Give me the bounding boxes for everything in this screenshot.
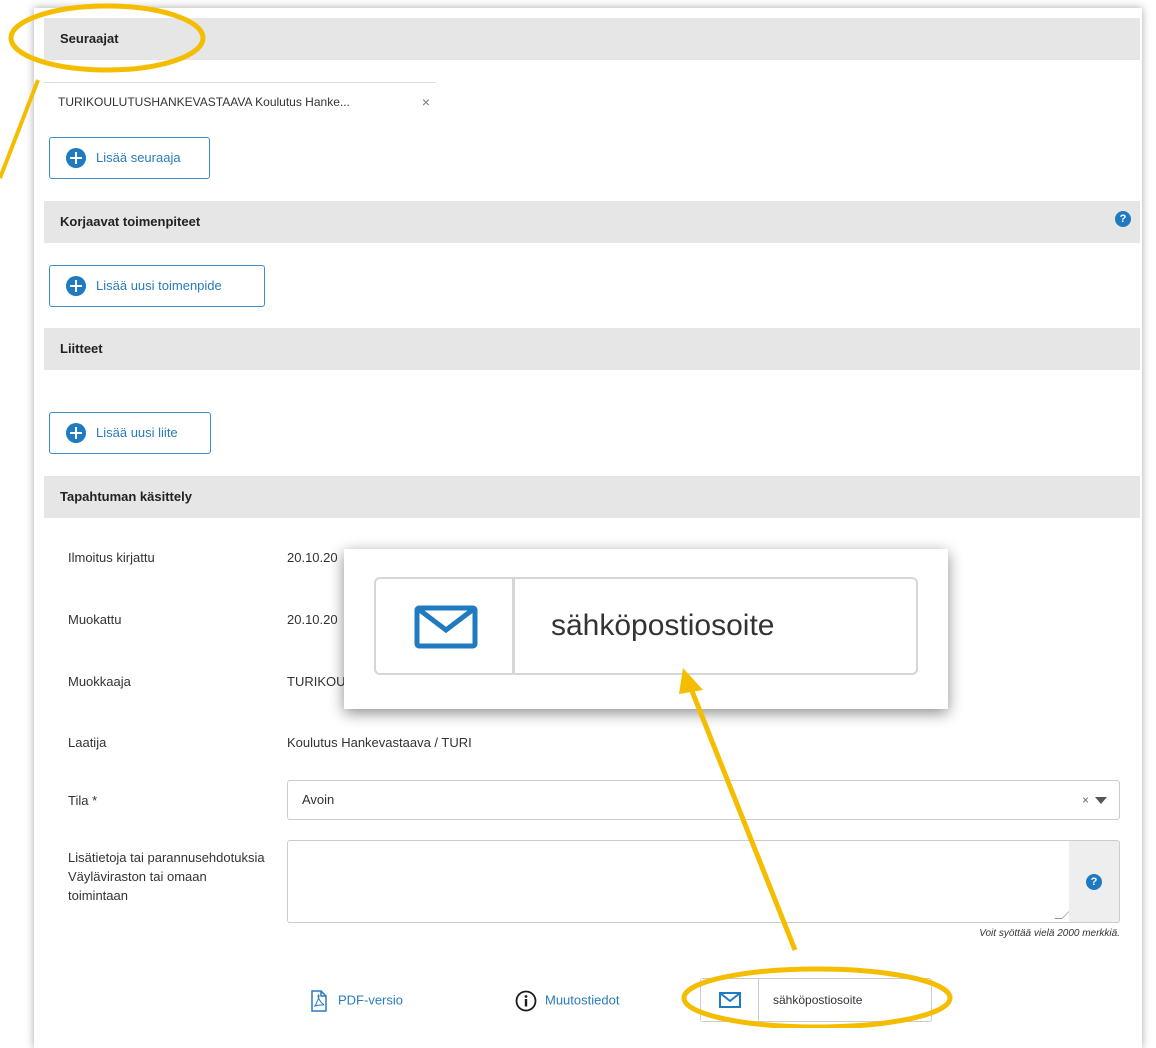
notes-help-addon: ? bbox=[1069, 840, 1120, 923]
status-label: Tila * bbox=[68, 793, 98, 808]
char-count-hint: Voit syöttää vielä 2000 merkkiä. bbox=[979, 928, 1120, 939]
follower-tag: TURIKOULUTUSHANKEVASTAAVA Koulutus Hanke… bbox=[44, 82, 436, 120]
zoom-email-addon bbox=[374, 577, 514, 675]
follower-tag-label: TURIKOULUTUSHANKEVASTAAVA Koulutus Hanke… bbox=[58, 95, 350, 109]
pdf-file-icon bbox=[311, 990, 327, 1012]
info-circle-icon bbox=[515, 990, 537, 1012]
add-follower-button[interactable]: Lisää seuraaja bbox=[49, 137, 210, 179]
pointer-line-followers bbox=[0, 79, 40, 179]
modifier-value: TURIKOU bbox=[287, 674, 346, 689]
email-input-group[interactable]: sähköpostiosoite bbox=[700, 978, 932, 1022]
email-input-placeholder: sähköpostiosoite bbox=[773, 993, 863, 1007]
section-corrective-header: Korjaavat toimenpiteet bbox=[44, 201, 1140, 243]
add-attachment-button[interactable]: Lisää uusi liite bbox=[49, 412, 211, 454]
section-followers-header: Seuraajat bbox=[44, 18, 1140, 60]
envelope-icon bbox=[719, 992, 741, 1008]
modifier-label: Muokkaaja bbox=[68, 674, 131, 689]
section-corrective-title: Korjaavat toimenpiteet bbox=[60, 214, 201, 229]
pdf-version-label: PDF-versio bbox=[338, 992, 404, 1008]
help-icon[interactable]: ? bbox=[1115, 211, 1131, 227]
add-corrective-action-label: Lisää uusi toimenpide bbox=[96, 278, 222, 293]
registered-label: Ilmoitus kirjattu bbox=[68, 550, 155, 565]
modified-label: Muokattu bbox=[68, 612, 122, 627]
section-processing-header: Tapahtuman käsittely bbox=[44, 476, 1140, 518]
clear-icon[interactable]: × bbox=[1082, 781, 1089, 819]
section-processing-title: Tapahtuman käsittely bbox=[60, 489, 192, 504]
section-followers-title: Seuraajat bbox=[60, 31, 119, 46]
change-log-label: Muutostiedot bbox=[545, 992, 620, 1008]
zoom-email-field: sähköpostiosoite bbox=[514, 577, 918, 675]
help-icon[interactable]: ? bbox=[1086, 874, 1102, 890]
add-attachment-label: Lisää uusi liite bbox=[96, 425, 178, 440]
plus-circle-icon bbox=[66, 148, 86, 168]
author-value: Koulutus Hankevastaava / TURI bbox=[287, 735, 472, 750]
caret-down-icon[interactable] bbox=[1095, 797, 1107, 804]
add-follower-label: Lisää seuraaja bbox=[96, 150, 181, 165]
remove-follower-icon[interactable]: × bbox=[422, 83, 430, 121]
email-addon bbox=[701, 979, 759, 1021]
status-select[interactable]: Avoin × bbox=[287, 780, 1120, 820]
status-selected-value: Avoin bbox=[302, 792, 335, 807]
modified-value: 20.10.20 bbox=[287, 612, 338, 627]
author-label: Laatija bbox=[68, 735, 107, 750]
add-corrective-action-button[interactable]: Lisää uusi toimenpide bbox=[49, 265, 265, 307]
plus-circle-icon bbox=[66, 276, 86, 296]
registered-value: 20.10.20 bbox=[287, 550, 338, 565]
section-attachments-header: Liitteet bbox=[44, 328, 1140, 370]
zoom-callout: sähköpostiosoite bbox=[344, 549, 948, 709]
section-attachments-title: Liitteet bbox=[60, 341, 103, 356]
notes-textarea[interactable] bbox=[287, 840, 1070, 923]
pdf-version-link[interactable]: PDF-versio bbox=[310, 990, 403, 1012]
zoom-email-placeholder: sähköpostiosoite bbox=[551, 609, 775, 642]
plus-circle-icon bbox=[66, 423, 86, 443]
resize-handle-icon[interactable] bbox=[1054, 911, 1070, 919]
notes-label: Lisätietoja tai parannusehdotuksia Väylä… bbox=[68, 850, 265, 903]
envelope-icon bbox=[414, 605, 478, 649]
change-log-link[interactable]: Muutostiedot bbox=[515, 990, 619, 1012]
